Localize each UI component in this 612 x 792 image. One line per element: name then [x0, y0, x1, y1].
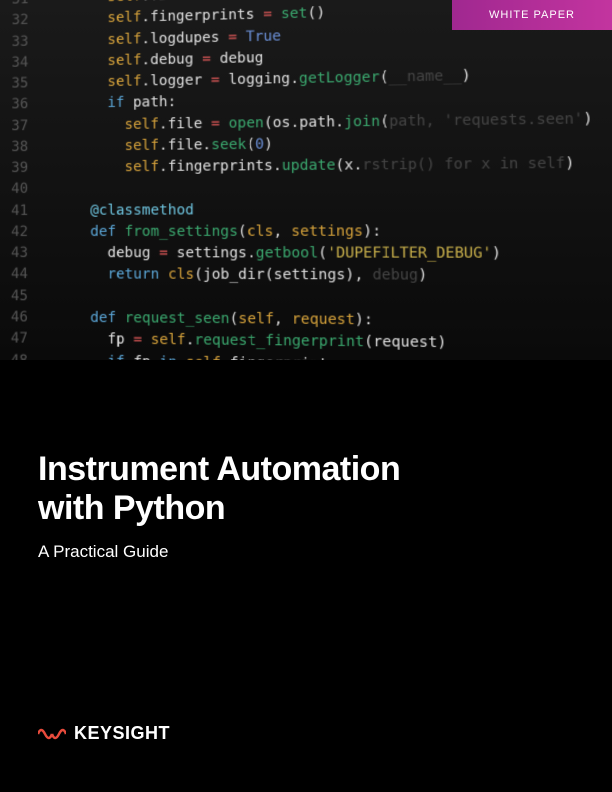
title-block: Instrument Automationwith Python A Pract… — [38, 450, 400, 562]
document-title: Instrument Automationwith Python — [38, 450, 400, 528]
document-type-badge: WHITE PAPER — [452, 0, 612, 30]
keysight-wave-icon — [38, 724, 66, 744]
badge-label: WHITE PAPER — [489, 9, 575, 21]
document-subtitle: A Practical Guide — [38, 542, 400, 562]
brand-logo: KEYSIGHT — [38, 723, 170, 744]
brand-name: KEYSIGHT — [74, 723, 170, 744]
hero-code-image: 31 self.file = None32 self.fingerprints … — [0, 0, 612, 360]
